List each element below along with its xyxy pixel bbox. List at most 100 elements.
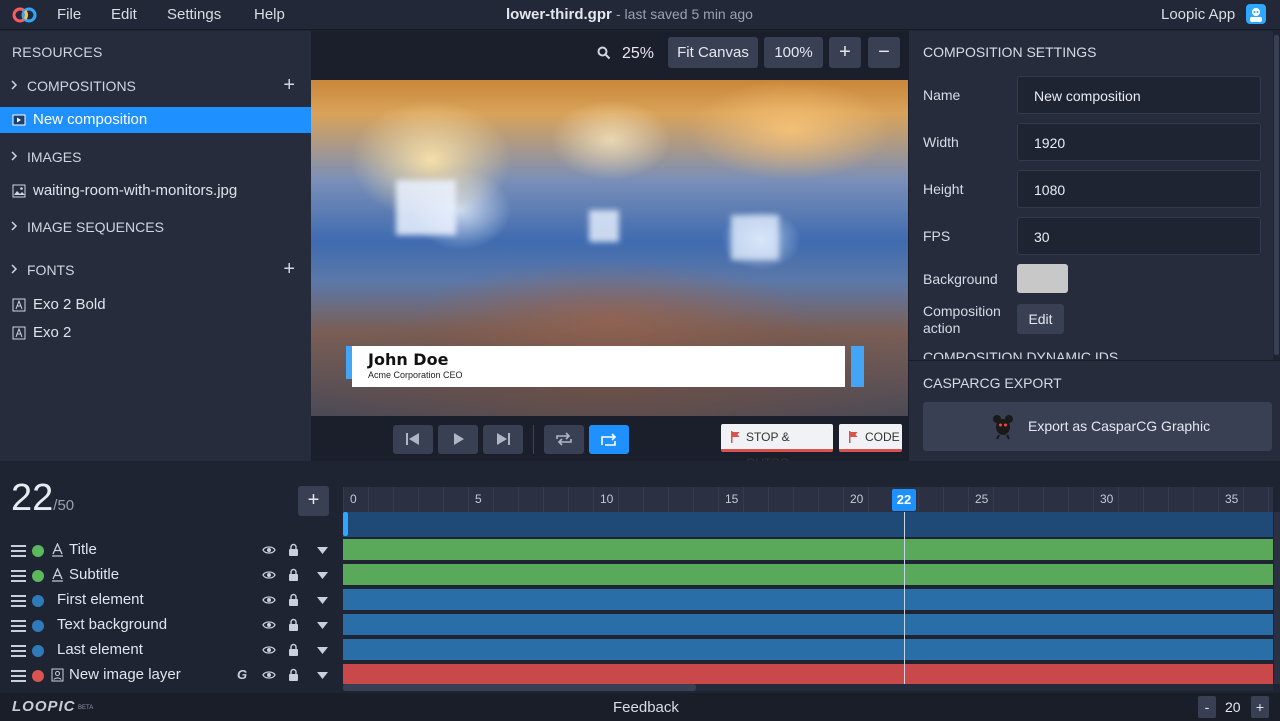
layer-color-dot[interactable] xyxy=(32,595,44,607)
settings-scrollbar[interactable] xyxy=(1273,31,1280,361)
export-casparcg-button[interactable]: Export as CasparCG Graphic xyxy=(923,402,1272,451)
layer-row[interactable]: Title xyxy=(0,538,342,563)
layer-color-dot[interactable] xyxy=(32,570,44,582)
chevron-down-icon[interactable] xyxy=(317,547,328,554)
playhead-marker[interactable]: 22 xyxy=(892,489,916,511)
image-item[interactable]: waiting-room-with-monitors.jpg xyxy=(0,178,311,204)
eye-icon[interactable] xyxy=(262,670,276,680)
chevron-down-icon[interactable] xyxy=(317,647,328,654)
add-font-button[interactable]: + xyxy=(283,259,295,279)
layer-color-dot[interactable] xyxy=(32,545,44,557)
timeline-zoom-out-button[interactable]: - xyxy=(1198,696,1216,718)
composition-item[interactable]: New composition xyxy=(0,107,311,133)
lock-icon[interactable] xyxy=(288,543,299,556)
timeline-vertical-scrollbar[interactable] xyxy=(1274,512,1280,684)
timeline-zoom-in-button[interactable]: + xyxy=(1251,696,1269,718)
play-button[interactable] xyxy=(438,425,478,454)
zoom-100-button[interactable]: 100% xyxy=(764,37,823,68)
zoom-out-button[interactable]: − xyxy=(868,37,900,68)
layer-row[interactable]: First element xyxy=(0,588,342,613)
skip-to-start-button[interactable] xyxy=(393,425,433,454)
fit-canvas-button[interactable]: Fit Canvas xyxy=(668,37,758,68)
lower-third-text-background[interactable]: John Doe Acme Corporation CEO xyxy=(352,346,845,387)
scrollbar-thumb[interactable] xyxy=(343,684,696,691)
layer-row[interactable]: Last element xyxy=(0,638,342,663)
chevron-down-icon[interactable] xyxy=(317,622,328,629)
fps-input[interactable]: 30 xyxy=(1017,217,1261,255)
layer-track[interactable] xyxy=(343,664,1273,685)
layer-row[interactable]: Subtitle xyxy=(0,563,342,588)
composition-action-edit-button[interactable]: Edit xyxy=(1017,304,1064,334)
layer-name[interactable]: Subtitle xyxy=(69,566,119,583)
drag-handle-icon[interactable] xyxy=(11,645,26,657)
scrollbar-thumb[interactable] xyxy=(1274,35,1279,355)
loop-button[interactable] xyxy=(544,425,584,454)
timeline-ruler[interactable]: 0 5 10 15 20 25 30 35 xyxy=(343,487,1273,512)
fonts-section[interactable]: FONTS + xyxy=(0,257,311,283)
feedback-link[interactable]: Feedback xyxy=(613,699,679,716)
name-input[interactable]: New composition xyxy=(1017,76,1261,114)
lock-icon[interactable] xyxy=(288,568,299,581)
compositions-section[interactable]: COMPOSITIONS + xyxy=(0,73,311,99)
add-layer-button[interactable]: + xyxy=(298,486,329,516)
layer-track[interactable] xyxy=(343,539,1273,560)
background-color-swatch[interactable] xyxy=(1017,264,1068,293)
layer-color-dot[interactable] xyxy=(32,620,44,632)
font-item[interactable]: Exo 2 Bold xyxy=(0,292,311,318)
lower-third-last-element[interactable] xyxy=(851,346,864,387)
images-section[interactable]: IMAGES xyxy=(0,144,311,170)
layer-name[interactable]: Last element xyxy=(57,641,143,658)
timeline-horizontal-scrollbar[interactable] xyxy=(343,684,1273,691)
height-input[interactable]: 1080 xyxy=(1017,170,1261,208)
eye-icon[interactable] xyxy=(262,620,276,630)
drag-handle-icon[interactable] xyxy=(11,670,26,682)
lock-icon[interactable] xyxy=(288,668,299,681)
loopic-logo-icon[interactable] xyxy=(12,6,38,24)
layer-color-dot[interactable] xyxy=(32,645,44,657)
width-input[interactable]: 1920 xyxy=(1017,123,1261,161)
lock-icon[interactable] xyxy=(288,643,299,656)
drag-handle-icon[interactable] xyxy=(11,545,26,557)
eye-icon[interactable] xyxy=(262,570,276,580)
skip-to-end-button[interactable] xyxy=(483,425,523,454)
layer-track[interactable] xyxy=(343,564,1273,585)
add-composition-button[interactable]: + xyxy=(283,75,295,95)
layer-row[interactable]: New image layer G xyxy=(0,663,342,688)
eye-icon[interactable] xyxy=(262,645,276,655)
code-button[interactable]: CODE xyxy=(839,424,902,452)
layer-color-dot[interactable] xyxy=(32,670,44,682)
drag-handle-icon[interactable] xyxy=(11,595,26,607)
layer-track[interactable] xyxy=(343,614,1273,635)
lock-icon[interactable] xyxy=(288,618,299,631)
chevron-down-icon[interactable] xyxy=(317,672,328,679)
range-start-handle[interactable] xyxy=(343,512,348,536)
layer-track[interactable] xyxy=(343,639,1273,660)
drag-handle-icon[interactable] xyxy=(11,620,26,632)
menu-file[interactable]: File xyxy=(57,6,81,23)
menu-help[interactable]: Help xyxy=(254,6,285,23)
chevron-down-icon[interactable] xyxy=(317,597,328,604)
play-once-toggle[interactable] xyxy=(589,425,629,454)
composition-duration-bar[interactable] xyxy=(343,512,1273,537)
eye-icon[interactable] xyxy=(262,595,276,605)
lower-third-title[interactable]: John Doe xyxy=(368,350,448,369)
canvas-preview[interactable]: John Doe Acme Corporation CEO xyxy=(311,80,908,416)
drag-handle-icon[interactable] xyxy=(11,570,26,582)
menu-edit[interactable]: Edit xyxy=(111,6,137,23)
layer-row[interactable]: Text background xyxy=(0,613,342,638)
zoom-in-button[interactable]: + xyxy=(829,37,861,68)
font-item[interactable]: Exo 2 xyxy=(0,320,311,346)
lock-icon[interactable] xyxy=(288,593,299,606)
image-sequences-section[interactable]: IMAGE SEQUENCES xyxy=(0,214,311,240)
eye-icon[interactable] xyxy=(262,545,276,555)
stop-outro-button[interactable]: STOP & OUTRO xyxy=(721,424,833,470)
layer-name[interactable]: First element xyxy=(57,591,144,608)
user-avatar-icon[interactable] xyxy=(1246,4,1266,24)
layer-name[interactable]: Title xyxy=(69,541,97,558)
menu-settings[interactable]: Settings xyxy=(167,6,221,23)
layer-name[interactable]: Text background xyxy=(57,616,167,633)
chevron-down-icon[interactable] xyxy=(317,572,328,579)
lower-third-subtitle[interactable]: Acme Corporation CEO xyxy=(368,370,463,380)
layer-name[interactable]: New image layer xyxy=(69,666,181,683)
layer-track[interactable] xyxy=(343,589,1273,610)
